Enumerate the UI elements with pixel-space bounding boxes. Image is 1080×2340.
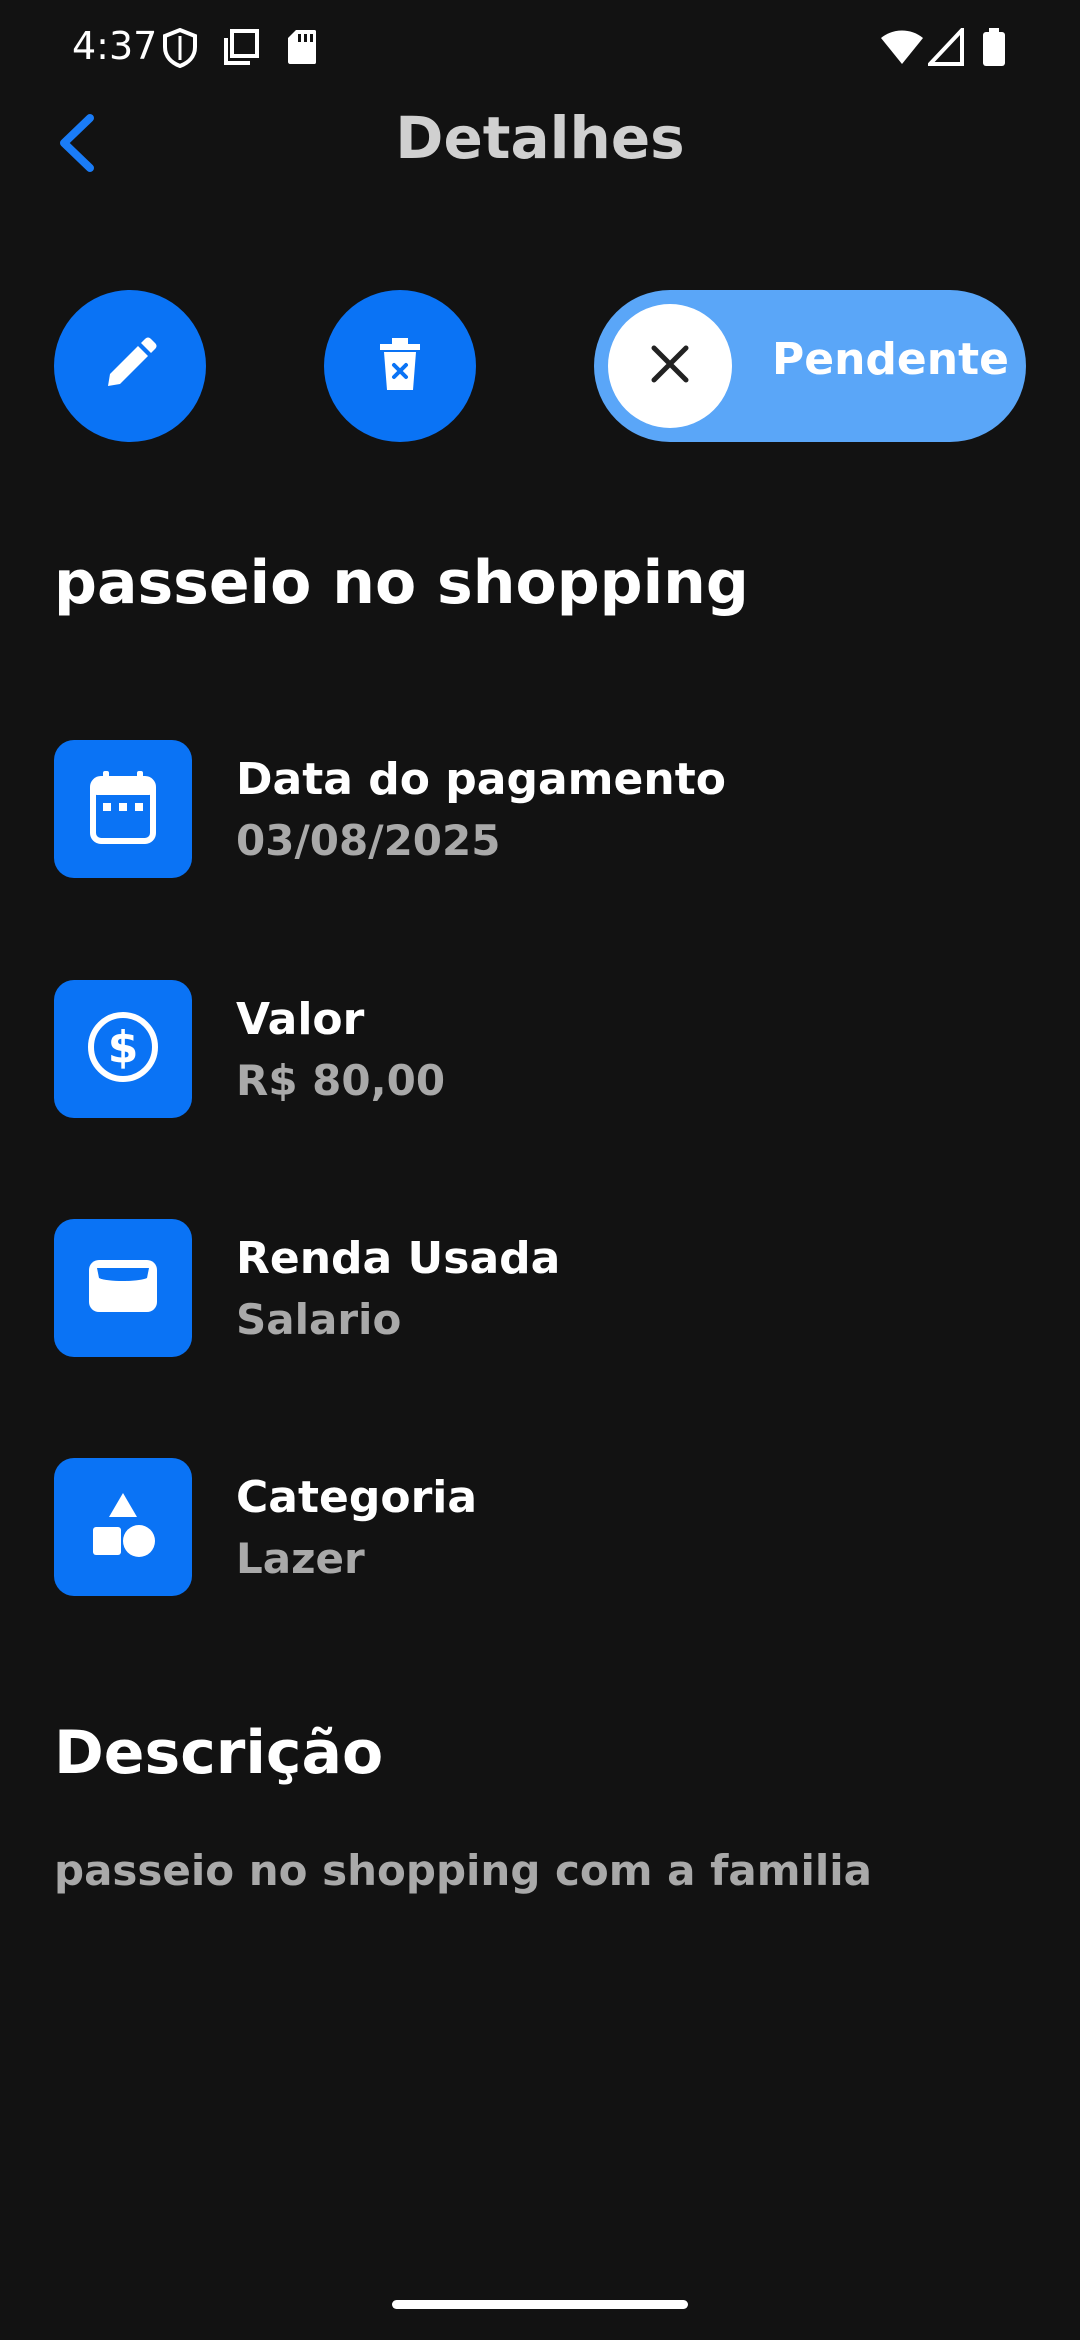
sd-card-icon — [286, 28, 318, 70]
wifi-icon — [880, 28, 924, 70]
detail-label: Data do pagamento — [236, 754, 726, 805]
detail-icon-box — [54, 740, 192, 878]
detail-icon-box: $ — [54, 980, 192, 1118]
detail-row-income: Renda Usada Salario — [54, 1219, 1034, 1357]
detail-label: Categoria — [236, 1472, 478, 1523]
detail-value: R$ 80,00 — [236, 1056, 446, 1105]
calendar-icon — [87, 769, 159, 849]
description-heading: Descrição — [54, 1718, 384, 1788]
pencil-icon — [100, 334, 160, 398]
toggle-knob — [608, 304, 732, 428]
dollar-icon: $ — [86, 1010, 160, 1088]
description-text: passeio no shopping com a familia — [54, 1846, 873, 1895]
status-bar: 4:37 — [0, 0, 1080, 100]
shield-icon — [162, 27, 198, 72]
detail-label: Valor — [236, 994, 365, 1045]
shapes-icon — [87, 1489, 159, 1565]
svg-text:$: $ — [108, 1022, 139, 1073]
detail-value: Lazer — [236, 1534, 365, 1583]
page-title: Detalhes — [395, 104, 685, 172]
detail-row-payment-date: Data do pagamento 03/08/2025 — [54, 740, 1034, 878]
detail-label: Renda Usada — [236, 1233, 561, 1284]
home-indicator[interactable] — [392, 2300, 688, 2309]
close-icon — [648, 342, 692, 390]
detail-icon-box — [54, 1458, 192, 1596]
transaction-title: passeio no shopping — [54, 548, 749, 618]
signal-icon — [925, 24, 964, 70]
detail-row-category: Categoria Lazer — [54, 1458, 1034, 1596]
detail-icon-box — [54, 1219, 192, 1357]
wallet-icon — [85, 1256, 161, 1320]
copy-icon — [222, 28, 260, 70]
delete-button[interactable] — [324, 290, 476, 442]
detail-row-value: $ Valor R$ 80,00 — [54, 980, 1034, 1118]
trash-icon — [375, 336, 425, 396]
details-screen: 4:37 Detalhes Pendente passeio no shoppi… — [0, 0, 1080, 2340]
battery-icon — [982, 28, 1006, 72]
status-toggle[interactable]: Pendente — [594, 290, 1026, 442]
detail-value: Salario — [236, 1295, 402, 1344]
status-label: Pendente — [772, 334, 1009, 385]
edit-button[interactable] — [54, 290, 206, 442]
detail-value: 03/08/2025 — [236, 816, 501, 865]
status-time: 4:37 — [72, 24, 158, 68]
